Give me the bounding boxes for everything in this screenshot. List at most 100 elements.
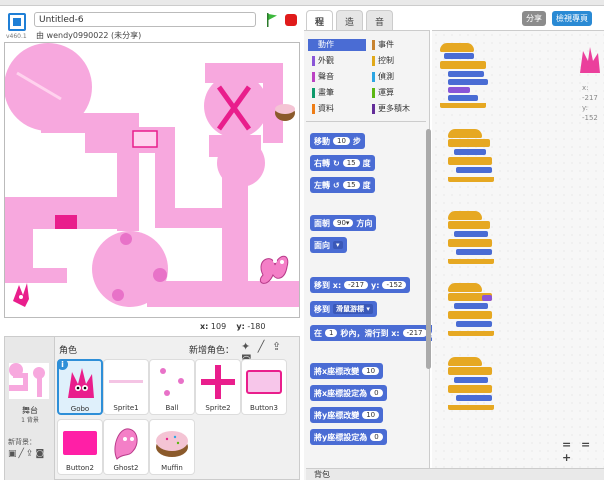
block-change-x[interactable]: 將x座標改變 10 <box>310 363 384 379</box>
block-input[interactable]: 0 <box>370 433 383 441</box>
block-input[interactable]: -217 <box>344 281 369 289</box>
script-block <box>448 385 492 393</box>
category-label: 資料 <box>318 104 334 113</box>
script-block <box>456 249 492 255</box>
block-change-y[interactable]: 將y座標改變 10 <box>310 407 384 423</box>
y-value: -180 <box>247 322 266 331</box>
category-color-swatch <box>372 103 375 114</box>
sprite2-thumbnail <box>201 365 235 399</box>
gobo-thumbnail <box>68 368 94 398</box>
tab-sounds[interactable]: 音效 <box>366 10 394 41</box>
block-turn-right[interactable]: 右轉 ↻ 15 度 <box>310 155 375 171</box>
sprite-name: Muffin <box>161 464 183 472</box>
script-block <box>456 321 492 327</box>
mini-x: x: -217 <box>582 84 598 102</box>
block-turn-left[interactable]: 左轉 ↺ 15 度 <box>310 177 375 193</box>
rotate-left-icon: ↺ <box>333 180 340 190</box>
script-block <box>456 167 492 173</box>
block-input[interactable]: 15 <box>342 181 360 189</box>
sprite-name: Button2 <box>66 464 94 472</box>
sprite-tile-sprite1[interactable]: Sprite1 <box>103 359 149 415</box>
stage-backdrop-count: 1 背景 <box>21 417 39 424</box>
block-text: 度 <box>362 158 371 168</box>
category-looks[interactable]: 外觀 <box>308 55 366 67</box>
backpack-bar[interactable]: 背包 <box>306 468 604 480</box>
block-set-y[interactable]: 將y座標設定為 0 <box>310 429 387 445</box>
view-project-page-button[interactable]: 檢視專頁 <box>552 11 592 26</box>
palette-scrollbar[interactable] <box>426 129 431 369</box>
script-block <box>448 331 494 336</box>
block-text: 秒內，滑行到 x: <box>340 328 400 338</box>
category-events[interactable]: 事件 <box>368 39 426 51</box>
zoom-controls[interactable]: = = + <box>562 438 604 464</box>
category-sound[interactable]: 聲音 <box>308 71 366 83</box>
category-data[interactable]: 資料 <box>308 103 366 115</box>
block-input[interactable]: 15 <box>342 159 360 167</box>
stage-thumbnail[interactable] <box>9 363 49 399</box>
category-motion[interactable]: 動作 <box>308 39 366 51</box>
sprite-tile-button3[interactable]: Button3 <box>241 359 287 415</box>
muffin-thumbnail <box>156 431 188 457</box>
x-value: 109 <box>210 322 227 331</box>
script-block <box>454 377 488 383</box>
block-dropdown[interactable]: ▾ <box>333 241 343 249</box>
block-palette: 動作 外觀 聲音 畫筆 資料 事件 控制 偵測 運算 更多積木 移動 10 步 … <box>304 30 442 480</box>
block-input[interactable]: 90▾ <box>333 219 354 227</box>
block-point-in-direction[interactable]: 面朝 90▾ 方向 <box>310 215 377 231</box>
stop-icon[interactable] <box>285 14 297 26</box>
block-point-towards[interactable]: 面向 ▾ <box>310 237 347 253</box>
block-dropdown[interactable]: 滑鼠游標 ▾ <box>333 304 373 314</box>
stage[interactable] <box>4 42 300 318</box>
sprite-pane: 舞台 1 背景 新背景： ▣╱⇪◙ 角色 新增角色： ✦ ╱ ⇪ ◙ i Gob… <box>4 336 300 480</box>
sprite-tile-ghost2[interactable]: Ghost2 <box>103 419 149 475</box>
block-input[interactable]: 10 <box>362 367 380 375</box>
tab-costumes[interactable]: 造型 <box>336 10 364 41</box>
project-header: v460.1 由 wendy0990022 (未分享) <box>4 10 300 42</box>
category-operators[interactable]: 運算 <box>368 87 426 99</box>
sprite-tile-button2[interactable]: Button2 <box>57 419 103 475</box>
new-backdrop-tools[interactable]: ▣╱⇪◙ <box>8 449 46 459</box>
category-color-swatch <box>372 39 375 50</box>
category-label: 聲音 <box>318 72 334 81</box>
script-block <box>448 95 478 101</box>
script-block <box>448 87 470 93</box>
sprite-tile-muffin[interactable]: Muffin <box>149 419 195 475</box>
block-go-to-xy[interactable]: 移到 x: -217 y: -152 <box>310 277 411 293</box>
new-backdrop-label: 新背景： <box>8 438 36 446</box>
block-text: 右轉 <box>314 158 330 168</box>
block-input[interactable]: -152 <box>382 281 407 289</box>
fullscreen-icon[interactable] <box>8 13 26 31</box>
script-block <box>448 311 492 319</box>
scripts-area[interactable]: x: -217 y: -152 <box>432 30 604 468</box>
block-input[interactable]: -217 <box>402 329 427 337</box>
script-block <box>454 231 488 237</box>
block-move-steps[interactable]: 移動 10 步 <box>310 133 365 149</box>
stage-column[interactable]: 舞台 1 背景 新背景： ▣╱⇪◙ <box>5 337 55 480</box>
block-text: 面向 <box>314 240 330 250</box>
share-button[interactable]: 分享 <box>522 11 546 26</box>
block-glide[interactable]: 在 1 秒內，滑行到 x: -217 y: <box>310 325 442 341</box>
project-title-input[interactable] <box>34 12 256 27</box>
maze-backdrop <box>5 43 299 307</box>
tab-scripts[interactable]: 程式 <box>306 10 334 41</box>
category-sensing[interactable]: 偵測 <box>368 71 426 83</box>
sprite-tile-sprite2[interactable]: Sprite2 <box>195 359 241 415</box>
block-go-to[interactable]: 移到 滑鼠游標 ▾ <box>310 301 377 317</box>
block-input[interactable]: 0 <box>370 389 383 397</box>
green-flag-icon[interactable] <box>266 13 278 27</box>
script-block <box>448 71 484 77</box>
palette-divider <box>306 121 426 122</box>
script-block <box>448 139 490 147</box>
block-input[interactable]: 1 <box>325 329 338 337</box>
block-set-x[interactable]: 將x座標設定為 0 <box>310 385 387 401</box>
category-control[interactable]: 控制 <box>368 55 426 67</box>
sprite-tile-ball[interactable]: Ball <box>149 359 195 415</box>
category-more-blocks[interactable]: 更多積木 <box>368 103 426 115</box>
block-input[interactable]: 10 <box>333 137 350 145</box>
category-pen[interactable]: 畫筆 <box>308 87 366 99</box>
sprite-tile-gobo[interactable]: i Gobo <box>57 359 103 415</box>
block-input[interactable]: 10 <box>362 411 380 419</box>
category-label: 控制 <box>378 56 394 65</box>
script-hat-block <box>448 129 482 138</box>
script-block <box>444 53 474 59</box>
